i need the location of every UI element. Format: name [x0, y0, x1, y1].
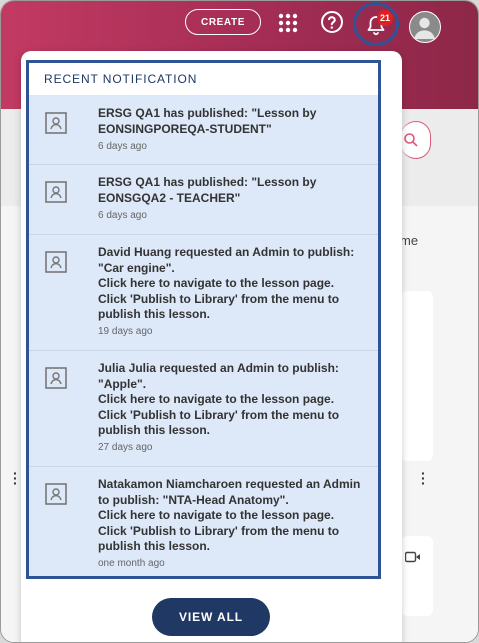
- background-video-icon: [405, 551, 420, 563]
- lesson-icon: [45, 181, 67, 203]
- lesson-icon: [45, 367, 67, 389]
- notification-message: ERSG QA1 has published: "Lesson by EONSG…: [98, 175, 317, 205]
- background-tile: [401, 291, 433, 461]
- background-search-field: [401, 121, 431, 159]
- notification-item[interactable]: Natakamon Niamcharoen requested an Admin…: [29, 467, 378, 576]
- notification-message: ERSG QA1 has published: "Lesson by EONSI…: [98, 106, 317, 136]
- notification-item[interactable]: ERSG QA1 has published: "Lesson by EONSI…: [29, 96, 378, 165]
- background-partial-text: me: [400, 233, 419, 248]
- help-icon[interactable]: [320, 10, 344, 34]
- notification-message: David Huang requested an Admin to publis…: [98, 245, 355, 321]
- notifications-dropdown: RECENT NOTIFICATION ERSG QA1 has publish…: [21, 51, 402, 642]
- notification-time: 6 days ago: [98, 141, 147, 152]
- notification-message: Julia Julia requested an Admin to publis…: [98, 361, 340, 437]
- user-silhouette-icon: [414, 17, 435, 39]
- app-frame: CREATE 21 me · · · · · · RECENT NOTIFICA…: [0, 0, 479, 643]
- notification-time: 6 days ago: [98, 210, 147, 221]
- notification-count-badge: 21: [377, 10, 393, 26]
- notification-item[interactable]: Julia Julia requested an Admin to publis…: [29, 351, 378, 467]
- notification-item[interactable]: David Huang requested an Admin to publis…: [29, 235, 378, 351]
- create-button[interactable]: CREATE: [185, 9, 261, 35]
- background-more-icon: · · ·: [421, 465, 426, 491]
- lesson-icon: [45, 251, 67, 273]
- background-more-icon: · · ·: [13, 465, 18, 491]
- notification-message: Natakamon Niamcharoen requested an Admin…: [98, 477, 361, 553]
- notification-time: 19 days ago: [98, 326, 153, 337]
- lesson-icon: [45, 112, 67, 134]
- view-all-button[interactable]: VIEW ALL: [152, 598, 270, 636]
- search-icon: [404, 133, 418, 147]
- notification-time: one month ago: [98, 558, 165, 569]
- apps-grid-icon[interactable]: [277, 12, 299, 34]
- notification-time: 27 days ago: [98, 442, 153, 453]
- lesson-icon: [45, 483, 67, 505]
- notifications-bell-button[interactable]: 21: [353, 2, 399, 46]
- notifications-title: RECENT NOTIFICATION: [29, 63, 378, 96]
- notification-item[interactable]: ERSG QA1 has published: "Lesson by EONSG…: [29, 165, 378, 235]
- notifications-list: RECENT NOTIFICATION ERSG QA1 has publish…: [26, 60, 381, 579]
- background-tile: [401, 536, 433, 616]
- user-avatar[interactable]: [409, 11, 441, 43]
